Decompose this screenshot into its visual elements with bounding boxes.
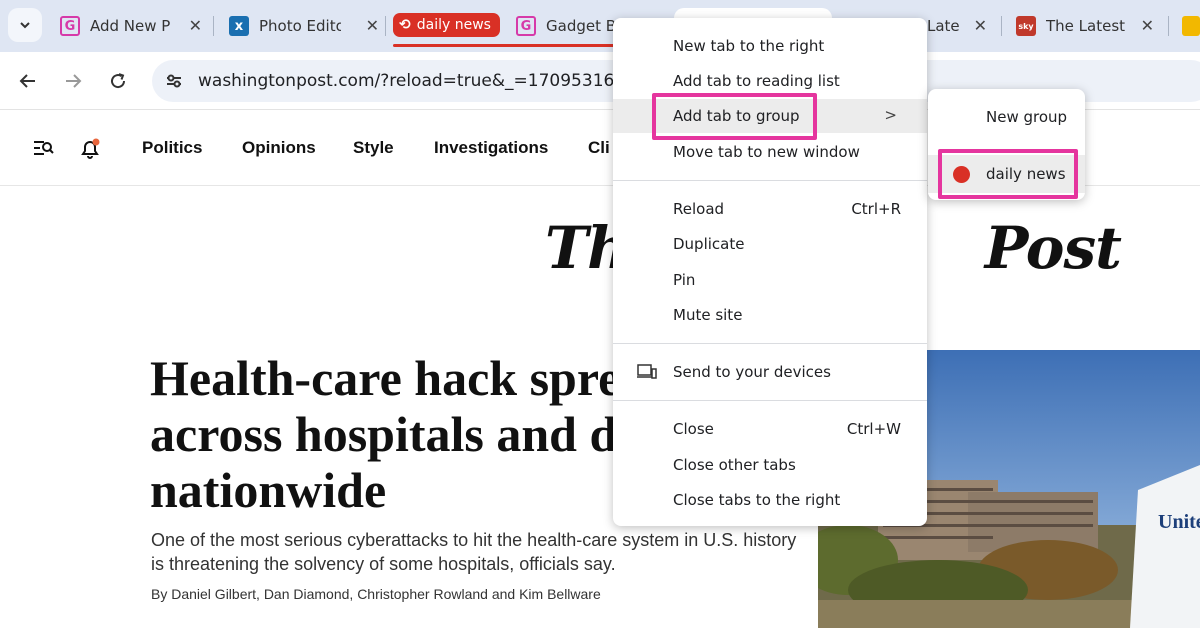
menu-item-label: Close xyxy=(673,420,714,438)
address-url: washingtonpost.com/?reload=true&_=170953… xyxy=(198,71,658,91)
menu-item-label: Close other tabs xyxy=(673,456,796,474)
menu-item-move-new-window[interactable]: Move tab to new window xyxy=(613,135,927,169)
menu-item-label: Move tab to new window xyxy=(673,143,860,161)
tab-group-label: daily news xyxy=(416,17,491,33)
nav-politics[interactable]: Politics xyxy=(142,138,202,158)
menu-item-label: Pin xyxy=(673,271,696,289)
tab-group-chip[interactable]: ⟲ daily news xyxy=(393,13,500,37)
menu-item-label: Reload xyxy=(673,200,725,218)
menu-item-label: Duplicate xyxy=(673,235,745,253)
sections-menu-icon[interactable] xyxy=(32,137,54,159)
menu-item-send-devices[interactable]: Send to your devices xyxy=(613,355,927,389)
devices-icon xyxy=(637,364,657,379)
link-icon: ⟲ xyxy=(399,17,411,33)
tab-search-button[interactable] xyxy=(8,8,42,42)
tab-latest[interactable]: Late ✕ xyxy=(927,8,987,44)
partial-tab-favicon-icon[interactable] xyxy=(1182,16,1200,36)
tab-separator xyxy=(213,16,214,36)
tab-close-icon[interactable]: ✕ xyxy=(366,16,379,35)
highlight-box-daily-news xyxy=(938,149,1078,199)
menu-item-close-tabs-right[interactable]: Close tabs to the right xyxy=(613,483,927,517)
arrow-left-icon xyxy=(19,74,35,88)
menu-item-shortcut: Ctrl+R xyxy=(851,200,901,218)
article-byline: By Daniel Gilbert, Dan Diamond, Christop… xyxy=(151,586,601,602)
sky-news-favicon-icon: sky xyxy=(1016,16,1036,36)
notification-bell-icon[interactable] xyxy=(78,137,102,161)
back-button[interactable] xyxy=(15,68,41,94)
menu-item-pin[interactable]: Pin xyxy=(613,263,927,297)
menu-item-reload[interactable]: Reload Ctrl+R xyxy=(613,192,927,226)
tab-photo-editor[interactable]: x Photo Edito ✕ xyxy=(229,8,379,44)
forward-button[interactable] xyxy=(60,68,86,94)
reload-button[interactable] xyxy=(105,68,131,94)
tab-group-underline xyxy=(393,44,633,47)
tab-separator xyxy=(1001,16,1002,36)
tab-separator xyxy=(1168,16,1169,36)
menu-separator xyxy=(613,180,927,181)
tab-gadget-bridge[interactable]: G Gadget Br xyxy=(516,8,616,44)
chevron-down-icon xyxy=(20,22,30,29)
grammarly-favicon-icon: G xyxy=(516,16,536,36)
tab-close-icon[interactable]: ✕ xyxy=(1141,16,1154,35)
tab-title: The Latest xyxy=(1046,17,1126,35)
tab-title: Gadget Br xyxy=(546,17,616,35)
logo-text-right: Post xyxy=(984,214,1122,282)
menu-item-close-other-tabs[interactable]: Close other tabs xyxy=(613,448,927,482)
tab-add-new-post[interactable]: G Add New P ✕ xyxy=(60,8,202,44)
menu-separator xyxy=(613,343,927,344)
tab-title: Late xyxy=(927,17,960,35)
menu-separator xyxy=(613,400,927,401)
reload-icon xyxy=(111,73,126,89)
article-summary: One of the most serious cyberattacks to … xyxy=(151,530,797,574)
nav-opinions[interactable]: Opinions xyxy=(242,138,316,158)
menu-item-label: Send to your devices xyxy=(673,363,831,381)
highlight-box-add-to-group xyxy=(652,93,817,140)
tab-title: Add New P xyxy=(90,17,171,35)
nav-style[interactable]: Style xyxy=(353,138,394,158)
menu-item-close[interactable]: Close Ctrl+W xyxy=(613,412,927,446)
tab-close-icon[interactable]: ✕ xyxy=(189,16,202,35)
site-settings-icon[interactable] xyxy=(164,71,184,91)
submenu-item-label: New group xyxy=(986,108,1068,126)
arrow-right-icon xyxy=(66,74,82,88)
menu-item-shortcut: Ctrl+W xyxy=(846,420,901,438)
menu-item-label: Mute site xyxy=(673,306,743,324)
browser-window: G Add New P ✕ x Photo Edito ✕ ⟲ daily ne… xyxy=(0,0,1200,628)
menu-item-duplicate[interactable]: Duplicate xyxy=(613,227,927,261)
submenu-item-new-group[interactable]: New group xyxy=(928,98,1085,136)
menu-item-label: Close tabs to the right xyxy=(673,491,841,509)
menu-item-mute-site[interactable]: Mute site xyxy=(613,298,927,332)
tab-sky-news[interactable]: sky The Latest ✕ xyxy=(1016,8,1154,44)
tab-close-icon[interactable]: ✕ xyxy=(974,16,987,35)
chevron-right-icon: > xyxy=(884,106,897,124)
nav-climate[interactable]: Cli xyxy=(588,138,610,158)
photo-editor-favicon-icon: x xyxy=(229,16,249,36)
tab-strip: G Add New P ✕ x Photo Edito ✕ ⟲ daily ne… xyxy=(0,0,1200,52)
menu-item-new-tab-right[interactable]: New tab to the right xyxy=(613,29,927,63)
menu-item-label: Add tab to reading list xyxy=(673,72,840,90)
image-sign-text: UnitedH xyxy=(1158,511,1200,533)
grammarly-favicon-icon: G xyxy=(60,16,80,36)
menu-item-label: New tab to the right xyxy=(673,37,825,55)
nav-investigations[interactable]: Investigations xyxy=(434,138,548,158)
tab-separator xyxy=(385,16,386,36)
tab-title: Photo Edito xyxy=(259,17,341,35)
